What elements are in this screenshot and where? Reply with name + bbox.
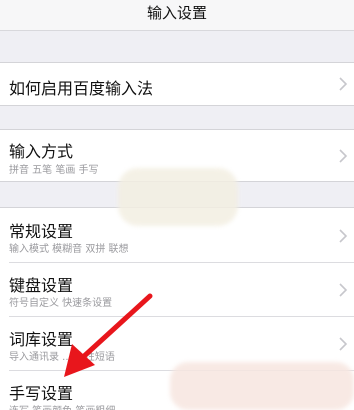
chevron-right-icon [339, 149, 348, 163]
list-item-enable-baidu-ime[interactable]: 如何启用百度输入法 [0, 63, 354, 105]
mosaic-watermark [118, 168, 238, 226]
chevron-right-icon [339, 337, 348, 351]
list-item-label: 词库设置 [9, 330, 74, 349]
nav-bar: 输入设置 [0, 0, 354, 31]
list-item-label: 常规设置 [9, 222, 74, 241]
list-item-label: 键盘设置 [9, 276, 74, 295]
mosaic-watermark [170, 362, 354, 410]
chevron-right-icon [339, 77, 348, 91]
list-item-label: 输入方式 [9, 142, 74, 161]
list-item-subtitle: 拼音 五笔 笔画 手写 [9, 165, 99, 176]
page-title: 输入设置 [146, 4, 207, 22]
list-item-label: 如何启用百度输入法 [9, 79, 154, 98]
settings-group-help: 如何启用百度输入法 [0, 62, 354, 106]
list-item-label: 手写设置 [9, 384, 74, 403]
list-item-subtitle: 连写 笔画颜色 笔画粗细 [9, 402, 115, 410]
list-item-subtitle: 导入通讯录 ... 个性短语 [9, 352, 115, 363]
list-item-keyboard-settings[interactable]: 键盘设置 符号自定义 快速条设置 [0, 262, 354, 316]
chevron-right-icon [339, 229, 348, 243]
list-item-subtitle: 符号自定义 快速条设置 [9, 298, 113, 309]
chevron-right-icon [339, 283, 348, 297]
list-item-subtitle: 输入模式 模糊音 双拼 联想 [9, 244, 129, 255]
